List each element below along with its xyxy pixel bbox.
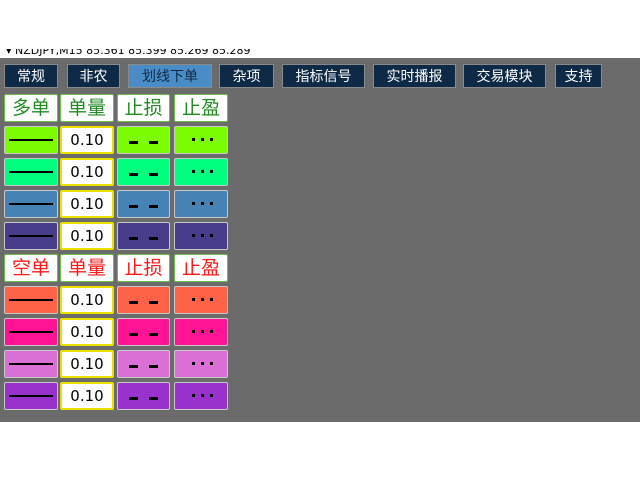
sell-order-header: 空单 — [4, 254, 58, 282]
dash-icon — [129, 397, 138, 400]
solid-line-icon — [9, 139, 53, 141]
buy-order-header: 多单 — [4, 94, 58, 122]
dash-icon — [149, 205, 158, 208]
solid-line-icon — [9, 395, 53, 397]
buy-lot-input[interactable]: 0.10 — [60, 190, 114, 218]
dot-icon — [210, 330, 213, 333]
sell-stoploss-button[interactable] — [117, 286, 170, 314]
dot-icon — [201, 138, 204, 141]
tab-misc[interactable]: 杂项 — [219, 64, 274, 88]
sell-line-button[interactable] — [4, 350, 58, 378]
tab-support[interactable]: 支持 — [555, 64, 602, 88]
tab-line-order[interactable]: 划线下单 — [128, 64, 212, 88]
buy-takeprofit-header: 止盈 — [174, 94, 228, 122]
sell-lot-input[interactable]: 0.10 — [60, 382, 114, 410]
dot-icon — [192, 298, 195, 301]
dot-icon — [210, 138, 213, 141]
buy-lot-input[interactable]: 0.10 — [60, 126, 114, 154]
solid-line-icon — [9, 203, 53, 205]
dot-icon — [210, 170, 213, 173]
tab-general[interactable]: 常规 — [4, 64, 58, 88]
buy-lot-header: 单量 — [60, 94, 114, 122]
dash-icon — [149, 141, 158, 144]
dash-icon — [129, 301, 138, 304]
buy-takeprofit-button[interactable] — [174, 190, 228, 218]
dot-icon — [201, 298, 204, 301]
sell-takeprofit-button[interactable] — [174, 350, 228, 378]
sell-lot-input[interactable]: 0.10 — [60, 286, 114, 314]
dot-icon — [210, 362, 213, 365]
dot-icon — [192, 202, 195, 205]
dot-icon — [201, 202, 204, 205]
dot-icon — [192, 170, 195, 173]
dot-icon — [192, 234, 195, 237]
dot-icon — [201, 234, 204, 237]
tab-trade-module[interactable]: 交易模块 — [463, 64, 546, 88]
dash-icon — [129, 333, 138, 336]
sell-stoploss-button[interactable] — [117, 350, 170, 378]
buy-stoploss-header: 止损 — [117, 94, 170, 122]
sell-lot-header: 单量 — [60, 254, 114, 282]
dash-icon — [129, 141, 138, 144]
tab-nonfarm[interactable]: 非农 — [67, 64, 120, 88]
buy-line-button[interactable] — [4, 126, 58, 154]
dot-icon — [192, 394, 195, 397]
buy-line-button[interactable] — [4, 222, 58, 250]
buy-stoploss-button[interactable] — [117, 222, 170, 250]
sell-takeprofit-header: 止盈 — [174, 254, 228, 282]
sell-takeprofit-button[interactable] — [174, 318, 228, 346]
dot-icon — [210, 202, 213, 205]
dot-icon — [192, 330, 195, 333]
solid-line-icon — [9, 171, 53, 173]
solid-line-icon — [9, 299, 53, 301]
dash-icon — [129, 173, 138, 176]
dot-icon — [201, 170, 204, 173]
dash-icon — [149, 237, 158, 240]
dash-icon — [149, 397, 158, 400]
buy-lot-input[interactable]: 0.10 — [60, 158, 114, 186]
buy-stoploss-button[interactable] — [117, 158, 170, 186]
buy-lot-input[interactable]: 0.10 — [60, 222, 114, 250]
dash-icon — [149, 365, 158, 368]
dot-icon — [201, 330, 204, 333]
solid-line-icon — [9, 331, 53, 333]
solid-line-icon — [9, 235, 53, 237]
buy-takeprofit-button[interactable] — [174, 126, 228, 154]
dot-icon — [210, 394, 213, 397]
buy-stoploss-button[interactable] — [117, 190, 170, 218]
dash-icon — [149, 333, 158, 336]
chart-area[interactable]: ▾ NZDJPY,M15 85.361 85.399 85.269 85.289… — [0, 0, 640, 422]
sell-line-button[interactable] — [4, 286, 58, 314]
sell-stoploss-button[interactable] — [117, 382, 170, 410]
buy-takeprofit-button[interactable] — [174, 158, 228, 186]
sell-line-button[interactable] — [4, 382, 58, 410]
sell-stoploss-header: 止损 — [117, 254, 170, 282]
buy-line-button[interactable] — [4, 158, 58, 186]
dash-icon — [129, 365, 138, 368]
dot-icon — [201, 362, 204, 365]
tab-indicator-signal[interactable]: 指标信号 — [282, 64, 365, 88]
sell-stoploss-button[interactable] — [117, 318, 170, 346]
sell-takeprofit-button[interactable] — [174, 286, 228, 314]
dot-icon — [210, 234, 213, 237]
buy-takeprofit-button[interactable] — [174, 222, 228, 250]
tab-realtime-broadcast[interactable]: 实时播报 — [373, 64, 456, 88]
buy-stoploss-button[interactable] — [117, 126, 170, 154]
sell-line-button[interactable] — [4, 318, 58, 346]
dot-icon — [201, 394, 204, 397]
dot-icon — [192, 362, 195, 365]
dash-icon — [149, 301, 158, 304]
dot-icon — [192, 138, 195, 141]
sell-lot-input[interactable]: 0.10 — [60, 350, 114, 378]
dash-icon — [129, 205, 138, 208]
dot-icon — [210, 298, 213, 301]
dash-icon — [149, 173, 158, 176]
symbol-info-text: ▾ NZDJPY,M15 85.361 85.399 85.269 85.289 — [6, 49, 251, 57]
buy-line-button[interactable] — [4, 190, 58, 218]
sell-takeprofit-button[interactable] — [174, 382, 228, 410]
dash-icon — [129, 237, 138, 240]
solid-line-icon — [9, 363, 53, 365]
symbol-info: ▾ NZDJPY,M15 85.361 85.399 85.269 85.289 — [6, 49, 251, 59]
sell-lot-input[interactable]: 0.10 — [60, 318, 114, 346]
